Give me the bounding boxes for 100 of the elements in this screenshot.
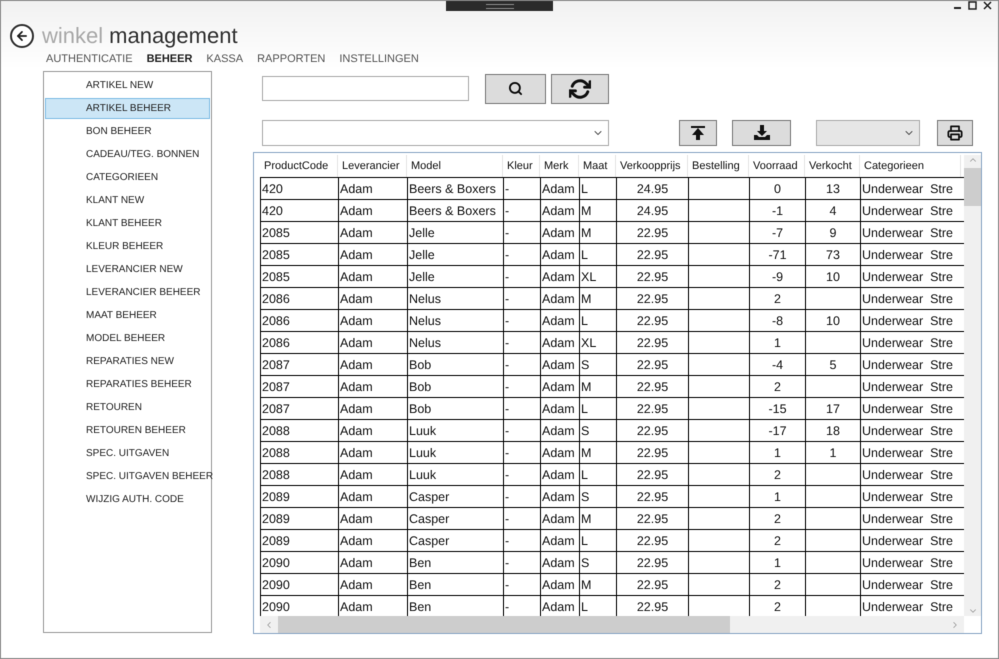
nav-tab[interactable]: KASSA (206, 53, 244, 71)
table-cell: -1 (749, 200, 805, 221)
nav-tab[interactable]: BEHEER (146, 53, 192, 71)
sidebar-item[interactable]: RETOUREN (45, 397, 210, 418)
sidebar-item[interactable]: CATEGORIEEN (45, 167, 210, 188)
table-cell: L (579, 310, 616, 331)
table-cell: Adam (540, 552, 579, 573)
column-header[interactable]: Kleur (503, 155, 540, 177)
sidebar-item[interactable]: REPARATIES NEW (45, 351, 210, 372)
table-cell: - (503, 178, 540, 199)
sidebar-item[interactable]: CADEAU/TEG. BONNEN (45, 144, 210, 165)
table-cell: - (503, 310, 540, 331)
table-cell: Nelus (407, 310, 503, 331)
scroll-thumb[interactable] (278, 616, 730, 633)
table-cell: - (503, 288, 540, 309)
option-dropdown[interactable] (816, 120, 920, 146)
table-cell: Underwear Stre (860, 574, 961, 595)
table-cell: 2 (749, 464, 805, 485)
column-header[interactable]: Model (407, 155, 503, 177)
table-cell: Underwear Stre (860, 332, 961, 353)
table-cell: 22.95 (616, 464, 688, 485)
sidebar-item[interactable]: KLANT NEW (45, 190, 210, 211)
vertical-scrollbar[interactable] (964, 155, 981, 616)
table-cell: Adam (540, 200, 579, 221)
table-cell: -9 (749, 266, 805, 287)
table-cell: 2086 (260, 332, 338, 353)
table-cell: 22.95 (616, 288, 688, 309)
search-field[interactable] (262, 76, 469, 101)
column-header[interactable]: Verkocht (805, 155, 860, 177)
table-cell: Adam (338, 244, 407, 265)
scroll-thumb[interactable] (964, 168, 981, 206)
close-button[interactable] (983, 1, 992, 10)
sidebar-item[interactable]: MODEL BEHEER (45, 328, 210, 349)
table-cell: - (503, 486, 540, 507)
table-cell: Adam (540, 464, 579, 485)
column-header[interactable]: Leverancier (338, 155, 407, 177)
table-cell: 24.95 (616, 178, 688, 199)
table-cell: - (503, 244, 540, 265)
table-cell: L (579, 244, 616, 265)
table-cell: Adam (540, 486, 579, 507)
table-cell: Adam (338, 442, 407, 463)
nav-tab[interactable]: RAPPORTEN (257, 53, 326, 71)
table-cell: Nelus (407, 288, 503, 309)
download-button[interactable] (732, 120, 791, 146)
sidebar-item[interactable]: MAAT BEHEER (45, 305, 210, 326)
move-to-top-button[interactable] (679, 120, 717, 146)
column-header[interactable]: Voorraad (749, 155, 805, 177)
print-button[interactable] (937, 120, 973, 146)
sidebar-item[interactable]: BON BEHEER (45, 121, 210, 142)
table-cell: 22.95 (616, 266, 688, 287)
sidebar-item[interactable]: RETOUREN BEHEER (45, 420, 210, 441)
table-cell: Adam (338, 464, 407, 485)
table-cell: Underwear Stre (860, 420, 961, 441)
column-header[interactable]: Verkoopprijs (616, 155, 688, 177)
sidebar-item[interactable]: ARTIKEL BEHEER (45, 98, 210, 119)
sidebar-item[interactable]: SPEC. UITGAVEN (45, 443, 210, 464)
table-cell: Underwear Stre (860, 486, 961, 507)
sidebar-item[interactable]: SPEC. UITGAVEN BEHEER (45, 466, 210, 487)
table-cell: 22.95 (616, 508, 688, 529)
download-icon (752, 125, 770, 141)
table-cell: 2 (749, 376, 805, 397)
table-cell: Adam (338, 288, 407, 309)
sidebar-item[interactable]: REPARATIES BEHEER (45, 374, 210, 395)
table-cell: Adam (338, 200, 407, 221)
refresh-button[interactable] (551, 74, 609, 104)
nav-tab[interactable]: AUTHENTICATIE (46, 53, 133, 71)
back-button[interactable] (10, 24, 34, 48)
table-cell: M (579, 574, 616, 595)
table-cell: Adam (540, 508, 579, 529)
column-header[interactable]: Merk (540, 155, 579, 177)
table-cell: 2090 (260, 552, 338, 573)
maximize-icon (968, 1, 977, 10)
table-cell: 2 (749, 574, 805, 595)
table-cell: S (579, 552, 616, 573)
sidebar-item[interactable]: LEVERANCIER BEHEER (45, 282, 210, 303)
filter-dropdown[interactable] (262, 120, 609, 146)
sidebar-item[interactable]: KLANT BEHEER (45, 213, 210, 234)
sidebar-item[interactable]: ARTIKEL NEW (45, 75, 210, 96)
table-cell: Underwear Stre (860, 354, 961, 375)
nav-tab[interactable]: INSTELLINGEN (339, 53, 419, 71)
table-cell: Adam (338, 508, 407, 529)
sidebar-item[interactable]: WIJZIG AUTH. CODE (45, 489, 210, 510)
table-cell: -17 (749, 420, 805, 441)
search-button[interactable] (485, 74, 546, 104)
table-cell: Adam (338, 354, 407, 375)
window-grip[interactable] (446, 1, 553, 11)
column-header[interactable]: Maat (579, 155, 616, 177)
column-header[interactable]: Categorieen (860, 155, 961, 177)
table-cell: Ben (407, 574, 503, 595)
maximize-button[interactable] (968, 1, 977, 10)
column-header[interactable]: ProductCode (260, 155, 338, 177)
table-cell: Adam (338, 420, 407, 441)
table-cell: Adam (540, 244, 579, 265)
sidebar-item[interactable]: KLEUR BEHEER (45, 236, 210, 257)
horizontal-scrollbar[interactable] (260, 616, 964, 633)
table-cell: S (579, 486, 616, 507)
table-cell: 2089 (260, 530, 338, 551)
table-cell: 17 (805, 398, 860, 419)
sidebar-item[interactable]: LEVERANCIER NEW (45, 259, 210, 280)
column-header[interactable]: Bestelling (688, 155, 749, 177)
